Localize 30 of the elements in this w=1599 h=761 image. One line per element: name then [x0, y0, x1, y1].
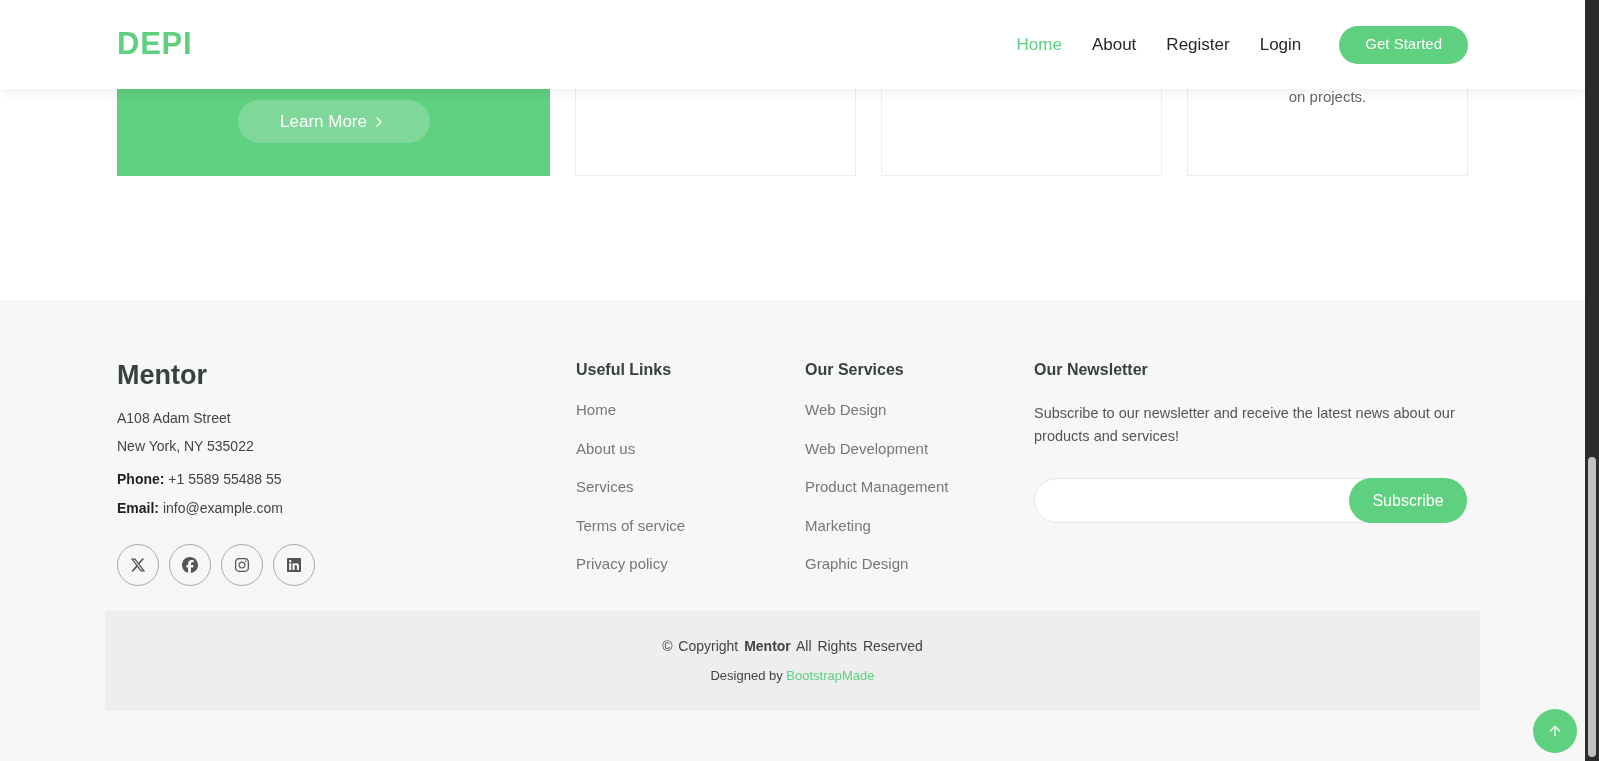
footer-link[interactable]: Services — [576, 476, 805, 499]
footer-link[interactable]: Web Design — [805, 399, 1034, 422]
footer-link[interactable]: Home — [576, 399, 805, 422]
footer-link[interactable]: About us — [576, 437, 805, 460]
footer-link[interactable]: Graphic Design — [805, 553, 1034, 576]
linkedin-logo-icon — [286, 556, 302, 573]
footer-brand: Mentor — [117, 359, 208, 392]
copyright-text: © Copyright Mentor All Rights Reserved — [662, 636, 923, 656]
footer-link[interactable]: Privacy policy — [576, 553, 805, 576]
contact-line: Phone: +1 5589 55488 55 — [117, 469, 283, 489]
address-line: New York, NY 535022 — [117, 436, 255, 456]
column-heading: Our Services — [805, 360, 905, 380]
nav-link[interactable]: Register — [1166, 31, 1230, 58]
newsletter-text: Subscribe to our newsletter and receive the latest news about our products and services! — [1034, 404, 1456, 446]
address-line: A108 Adam Street — [117, 408, 232, 428]
footer-link[interactable]: Terms of service — [576, 514, 805, 537]
column-heading: Useful Links — [576, 360, 673, 380]
footer-link[interactable]: Product Management — [805, 476, 1034, 499]
x-logo-icon — [130, 556, 146, 573]
facebook-logo-icon — [182, 556, 198, 573]
footer-link[interactable]: Marketing — [805, 514, 1034, 537]
column-heading: Our Newsletter — [1034, 360, 1149, 380]
nav-link[interactable]: Login — [1259, 31, 1302, 58]
contact-line: Email: info@example.com — [117, 498, 284, 518]
instagram-logo-icon — [234, 556, 250, 573]
nav-link[interactable]: About — [1091, 31, 1137, 58]
footer-link[interactable]: Web Development — [805, 437, 1034, 460]
card-text: on projects. — [1288, 87, 1367, 107]
credits-text: Designed by BootstrapMade — [710, 666, 875, 685]
scrollbar[interactable] — [1585, 0, 1599, 761]
